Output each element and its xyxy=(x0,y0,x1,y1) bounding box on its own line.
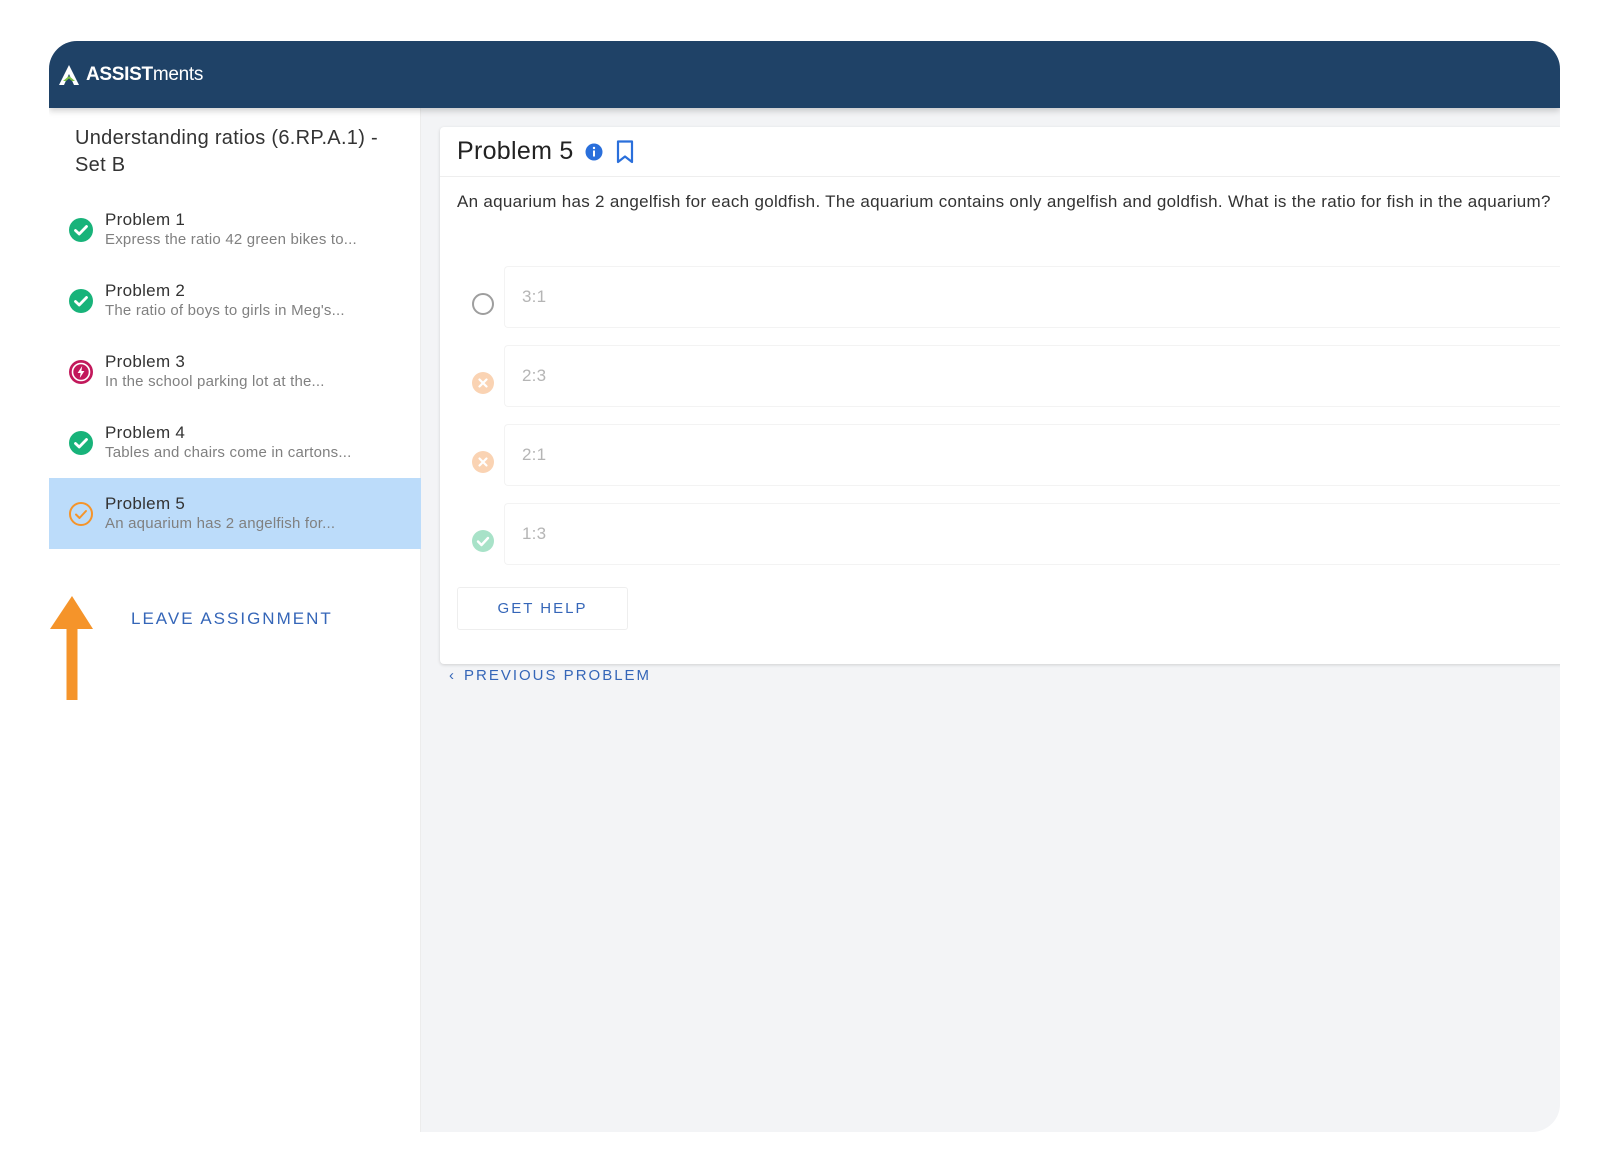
check-circle-outline-icon xyxy=(69,501,93,526)
leave-assignment-button[interactable]: LEAVE ASSIGNMENT xyxy=(131,609,333,629)
problem-header: Problem 5 xyxy=(440,127,1560,177)
problem-name: Problem 2 xyxy=(105,281,186,300)
lightning-bolt-icon xyxy=(69,359,93,384)
arrow-up-icon xyxy=(50,596,93,700)
previous-problem-button[interactable]: ‹ PREVIOUS PROBLEM xyxy=(449,667,651,684)
check-circle-icon xyxy=(472,529,494,552)
answer-choice-1[interactable]: 3:1 xyxy=(457,264,1560,343)
choice-label: 2:3 xyxy=(504,345,1560,407)
logo-text-light: ments xyxy=(152,63,204,85)
choice-label: 3:1 xyxy=(504,266,1560,328)
problem-preview: In the school parking lot at the... xyxy=(105,373,325,390)
answer-choice-4[interactable]: 1:3 xyxy=(457,501,1560,580)
assistments-logo-icon xyxy=(59,64,79,85)
problem-item-3[interactable]: Problem 3 In the school parking lot at t… xyxy=(49,336,421,407)
question-text: An aquarium has 2 angelfish for each gol… xyxy=(457,192,1551,211)
problem-preview: Tables and chairs come in cartons... xyxy=(105,444,352,461)
bookmark-icon[interactable] xyxy=(616,139,634,164)
chevron-left-icon: ‹ xyxy=(449,667,456,684)
check-circle-icon xyxy=(69,430,93,455)
problem-item-5[interactable]: Problem 5 An aquarium has 2 angelfish fo… xyxy=(49,478,421,549)
problem-sidebar: Understanding ratios (6.RP.A.1) - Set B … xyxy=(49,108,421,1132)
page-title: Problem 5 xyxy=(457,137,574,165)
problem-name: Problem 3 xyxy=(105,352,186,371)
get-help-button[interactable]: GET HELP xyxy=(457,587,628,630)
logo-text-bold: ASSIST xyxy=(86,63,153,85)
problem-item-4[interactable]: Problem 4 Tables and chairs come in cart… xyxy=(49,407,421,478)
x-circle-icon xyxy=(472,450,494,473)
info-icon[interactable] xyxy=(585,143,603,161)
radio-empty-icon xyxy=(472,292,494,315)
problem-item-1[interactable]: Problem 1 Express the ratio 42 green bik… xyxy=(49,194,421,265)
choice-label: 1:3 xyxy=(504,503,1560,565)
top-bar: ASSIST ments xyxy=(49,41,1560,108)
problem-preview: The ratio of boys to girls in Meg's... xyxy=(105,302,345,319)
choice-label: 2:1 xyxy=(504,424,1560,486)
check-circle-icon xyxy=(69,217,93,242)
app-logo[interactable]: ASSIST ments xyxy=(58,64,203,86)
answer-choice-3[interactable]: 2:1 xyxy=(457,422,1560,501)
problem-name: Problem 4 xyxy=(105,423,186,442)
problem-name: Problem 5 xyxy=(105,494,186,513)
answer-choice-2[interactable]: 2:3 xyxy=(457,343,1560,422)
answer-choices: 3:1 2:3 2:1 1:3 xyxy=(457,264,1560,580)
previous-problem-label: PREVIOUS PROBLEM xyxy=(464,667,652,684)
problem-item-2[interactable]: Problem 2 The ratio of boys to girls in … xyxy=(49,265,421,336)
problem-list: Problem 1 Express the ratio 42 green bik… xyxy=(49,194,421,549)
app-frame: ASSIST ments Understanding ratios (6.RP.A… xyxy=(49,41,1560,1132)
check-circle-icon xyxy=(69,288,93,313)
problem-card: Problem 5 An aquarium has 2 angelfish fo… xyxy=(440,127,1560,664)
problem-name: Problem 1 xyxy=(105,210,186,229)
assignment-title: Understanding ratios (6.RP.A.1) - Set B xyxy=(75,127,379,176)
x-circle-icon xyxy=(472,371,494,394)
problem-preview: Express the ratio 42 green bikes to... xyxy=(105,231,357,248)
problem-preview: An aquarium has 2 angelfish for... xyxy=(105,515,336,532)
